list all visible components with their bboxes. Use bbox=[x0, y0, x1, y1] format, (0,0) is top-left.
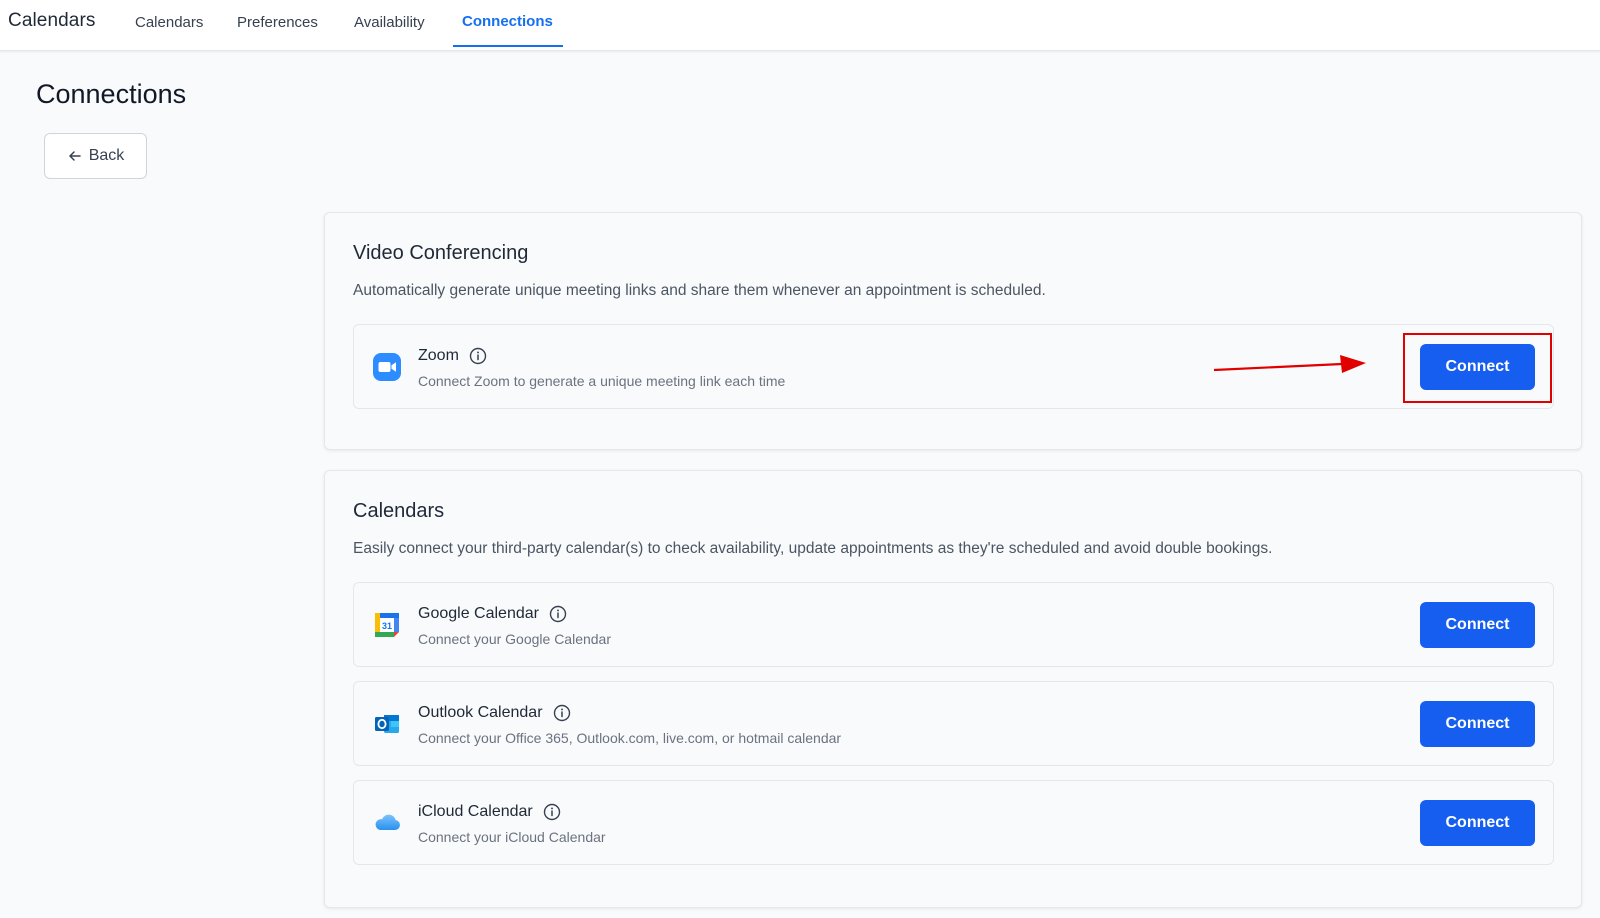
google-calendar-icon: 31 bbox=[375, 613, 399, 637]
google-calendar-label: Google Calendar bbox=[418, 605, 539, 622]
google-calendar-connect-button[interactable]: Connect bbox=[1420, 602, 1535, 648]
annotation-highlight-box bbox=[1403, 333, 1552, 403]
google-calendar-name: Google Calendar bbox=[418, 605, 567, 623]
google-calendar-icon-text: 31 bbox=[382, 621, 392, 631]
icloud-calendar-name: iCloud Calendar bbox=[418, 803, 561, 821]
video-conferencing-card: Video Conferencing Automatically generat… bbox=[324, 212, 1582, 450]
google-calendar-row: 31 Google Calendar Connect your Google C… bbox=[353, 582, 1554, 667]
page-title: Connections bbox=[36, 79, 187, 109]
google-calendar-description: Connect your Google Calendar bbox=[418, 631, 612, 647]
video-conferencing-description: Automatically generate unique meeting li… bbox=[353, 282, 1046, 299]
back-button-label: Back bbox=[88, 147, 125, 164]
top-navigation: Calendars Calendars Preferences Availabi… bbox=[0, 0, 1600, 51]
calendars-title: Calendars bbox=[353, 500, 445, 522]
back-button[interactable]: Back bbox=[44, 133, 147, 179]
zoom-label: Zoom bbox=[418, 347, 459, 364]
zoom-icon bbox=[373, 353, 401, 381]
app-title: Calendars bbox=[8, 10, 96, 31]
calendars-description: Easily connect your third-party calendar… bbox=[353, 540, 1273, 557]
annotation-arrow bbox=[1213, 355, 1366, 373]
calendars-card: Calendars Easily connect your third-part… bbox=[324, 470, 1582, 908]
info-icon[interactable] bbox=[549, 605, 567, 623]
outlook-calendar-description: Connect your Office 365, Outlook.com, li… bbox=[418, 730, 842, 746]
zoom-name: Zoom bbox=[418, 347, 487, 365]
info-icon[interactable] bbox=[469, 347, 487, 365]
arrow-left-icon bbox=[68, 151, 81, 161]
icloud-calendar-connect-button[interactable]: Connect bbox=[1420, 800, 1535, 846]
icloud-calendar-label: iCloud Calendar bbox=[418, 803, 533, 820]
zoom-description: Connect Zoom to generate a unique meetin… bbox=[418, 373, 786, 389]
zoom-row: Zoom Connect Zoom to generate a unique m… bbox=[353, 324, 1554, 409]
outlook-calendar-connect-button[interactable]: Connect bbox=[1420, 701, 1535, 747]
tab-calendars[interactable]: Calendars bbox=[135, 14, 203, 31]
icloud-calendar-row: iCloud Calendar Connect your iCloud Cale… bbox=[353, 780, 1554, 865]
video-conferencing-title: Video Conferencing bbox=[353, 242, 529, 264]
outlook-icon bbox=[375, 715, 399, 733]
icloud-icon bbox=[375, 814, 400, 830]
outlook-calendar-label: Outlook Calendar bbox=[418, 704, 543, 721]
active-tab-indicator bbox=[453, 45, 563, 47]
tab-preferences[interactable]: Preferences bbox=[237, 14, 318, 31]
info-icon[interactable] bbox=[553, 704, 571, 722]
outlook-calendar-row: Outlook Calendar Connect your Office 365… bbox=[353, 681, 1554, 766]
icloud-calendar-description: Connect your iCloud Calendar bbox=[418, 829, 606, 845]
tab-availability[interactable]: Availability bbox=[354, 14, 425, 31]
outlook-calendar-name: Outlook Calendar bbox=[418, 704, 571, 722]
info-icon[interactable] bbox=[543, 803, 561, 821]
tab-connections[interactable]: Connections bbox=[462, 13, 553, 30]
